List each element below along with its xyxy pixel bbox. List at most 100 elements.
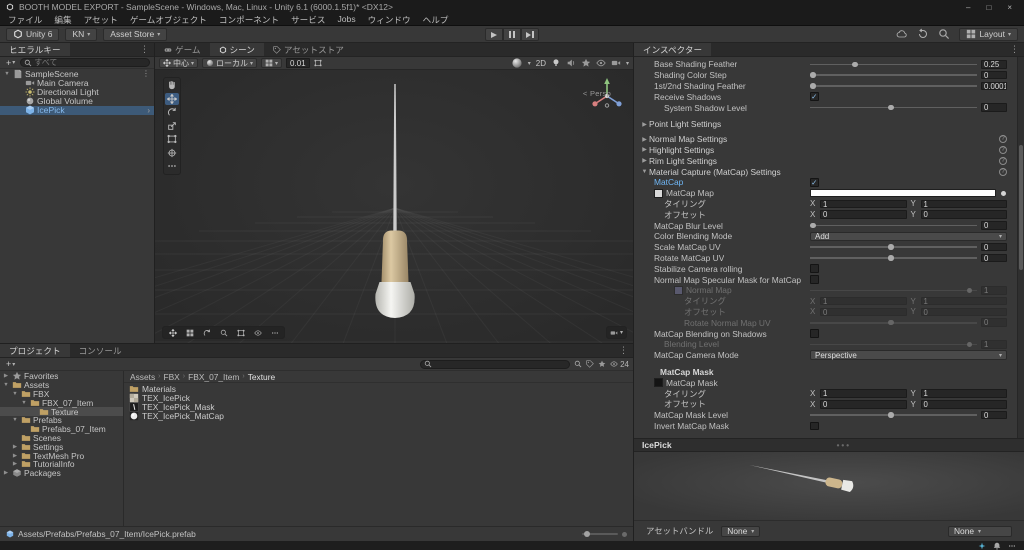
rotate-matcap-uv[interactable]: Rotate MatCap UV 0 [634,253,1017,264]
scrollbar-thumb[interactable] [1019,145,1023,270]
preview-header[interactable]: IcePick ••• [634,438,1024,452]
activity-menu-icon[interactable] [1008,542,1016,550]
value-field[interactable]: 1 [981,340,1007,349]
breadcrumb-fbx[interactable]: FBX [163,372,179,382]
frame-tool-button[interactable] [233,327,248,338]
fold-arrow-icon[interactable]: ▶ [11,453,19,459]
project-search[interactable] [420,359,571,369]
tab-item[interactable]: シーン [209,43,264,56]
checkbox[interactable] [810,275,819,284]
value-field[interactable]: 0 [981,221,1007,230]
menu-item[interactable]: コンポーネント [213,14,285,26]
texture-thumbnail[interactable] [654,378,663,388]
value-field[interactable]: 0 [981,242,1007,252]
texture-thumbnail[interactable] [654,188,663,198]
panel-menu-icon[interactable]: ⋮ [614,344,633,357]
fold-arrow-icon[interactable]: ▼ [11,417,19,423]
slider-handle[interactable] [852,61,858,68]
hierarchy-item-global-volume[interactable]: Global Volume [0,96,154,106]
hierarchy-search[interactable] [20,58,150,67]
slider-handle[interactable] [888,255,894,261]
matcap-settings[interactable]: ▼ Material Capture (MatCap) Settings? [634,166,1017,177]
fold-arrow-icon[interactable]: ▼ [11,391,19,397]
toggle-2d-button[interactable]: 2D [536,59,546,68]
x-field[interactable]: 1 [820,389,907,398]
fold-arrow-icon[interactable]: ▶ [11,444,19,450]
scene-audio-icon[interactable] [566,58,576,68]
normal-map-tiling[interactable]: タイリング X 1 Y 1 [634,296,1017,307]
dropdown[interactable]: Perspective ▾ [810,350,1007,360]
tab-item[interactable]: プロジェクト [0,344,70,357]
x-field[interactable]: 0 [820,210,907,220]
layout-dropdown[interactable]: Layout ▾ [959,27,1018,41]
grid-size-field[interactable]: 0.01 [286,58,310,68]
value-field[interactable]: 0 [981,253,1007,263]
hierarchy-search-input[interactable] [34,58,146,67]
slider-handle[interactable] [810,72,816,78]
tab-item[interactable]: コンソール [69,344,131,357]
menu-item[interactable]: アセット [78,14,124,26]
scene-camera-icon[interactable] [611,58,621,68]
1st-2nd-shading-feather[interactable]: 1st/2nd Shading Feather 0.0001 [634,81,1017,92]
y-field[interactable]: 1 [920,296,1007,306]
y-field[interactable]: 1 [920,389,1007,398]
grid-snapping-dropdown[interactable]: ▾ [261,57,283,69]
checkbox[interactable] [810,264,819,274]
scene-effects-icon[interactable] [581,58,591,68]
project-folder-packages[interactable]: ▶ Packages [0,468,123,478]
asset-materials[interactable]: Materials [124,384,633,394]
breadcrumb-texture[interactable]: Texture [248,372,275,382]
help-icon[interactable]: ? [999,145,1007,154]
inspector-scrollbar[interactable] [1017,57,1024,438]
color-field[interactable] [810,189,996,198]
handle-orientation-dropdown[interactable]: ローカル ▾ [202,57,258,69]
x-field[interactable]: 1 [820,199,907,209]
snap-increment-icon[interactable] [314,59,322,67]
project-folder-prefabs-07-item[interactable]: Prefabs_07_Item [0,424,123,434]
camera-projection-label[interactable]: Persp [590,89,611,98]
slider[interactable] [810,286,977,294]
rect-tool-button[interactable] [165,133,179,146]
asset-bundle-variant-dropdown[interactable]: None ▾ [948,525,1012,537]
menu-item[interactable]: ウィンドウ [362,14,417,26]
slider[interactable] [810,254,977,262]
foldout-arrow-icon[interactable]: ▶ [640,157,649,164]
checkbox[interactable] [810,329,819,338]
slider[interactable] [810,411,977,419]
grid-toggle-button[interactable] [182,327,197,338]
unity-version-badge[interactable]: Unity 6 [6,27,60,41]
fold-arrow-icon[interactable]: ▼ [20,400,28,406]
value-field[interactable]: 0 [981,410,1007,420]
help-icon[interactable]: ? [999,135,1007,144]
base-shading-feather[interactable]: Base Shading Feather 0.25 [634,59,1017,70]
blending-level[interactable]: Blending Level 1 [634,339,1017,350]
slider[interactable] [810,71,977,79]
y-field[interactable]: 0 [920,307,1007,317]
rim-light-settings[interactable]: ▶ Rim Light Settings? [634,155,1017,166]
pivot-mode-dropdown[interactable]: 中心 ▾ [159,57,199,69]
visibility-toggle-button[interactable] [250,327,265,338]
panel-menu-icon[interactable]: ⋮ [1005,43,1024,56]
system-shadow-level[interactable]: System Shadow Level 0 [634,102,1017,113]
fold-arrow-icon[interactable]: ▶ [2,373,10,379]
slider-handle[interactable] [966,287,973,294]
fold-arrow-icon[interactable]: ▼ [3,71,11,77]
scene-visibility-icon[interactable] [596,58,606,68]
create-asset-button[interactable]: + ▾ [4,359,17,369]
matcap-mask-offset[interactable]: オフセット X 0 Y 0 [634,399,1017,410]
notifications-bell-icon[interactable] [993,542,1001,550]
orbit-tool-button[interactable] [199,327,214,338]
tab-item[interactable]: ゲーム [155,43,210,56]
fold-arrow-icon[interactable]: ▼ [2,382,10,388]
color-picker-icon[interactable] [1000,189,1007,197]
zoom-tool-button[interactable] [216,327,231,338]
scene-camera-settings-button[interactable]: ▾ [605,326,627,339]
foldout-arrow-icon[interactable]: ▶ [640,146,649,153]
slider[interactable] [810,82,977,90]
slider[interactable] [810,222,977,230]
matcap-camera-mode[interactable]: MatCap Camera Mode Perspective ▾ [634,350,1017,361]
cloud-services-icon[interactable] [896,28,908,40]
slider-handle[interactable] [888,319,894,326]
slider[interactable] [810,104,977,112]
breadcrumb-assets[interactable]: Assets [130,372,155,382]
